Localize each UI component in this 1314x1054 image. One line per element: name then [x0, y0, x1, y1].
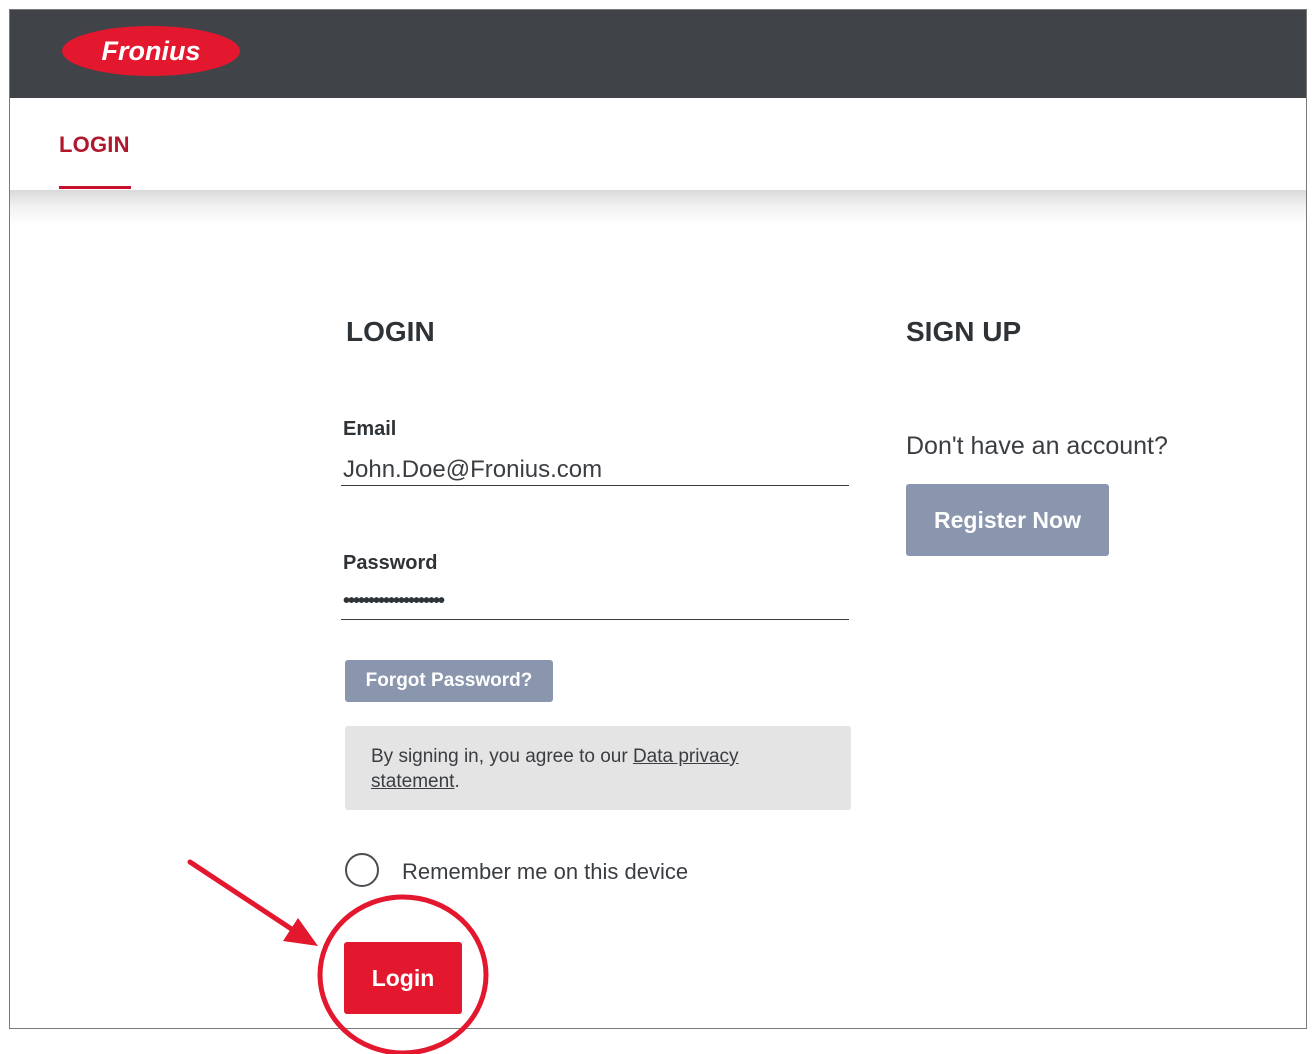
- tab-bar-shadow: [10, 190, 1306, 226]
- remember-me-radio[interactable]: [345, 853, 379, 887]
- logo-text: Fronius: [102, 36, 201, 66]
- password-field-underline: [341, 619, 849, 620]
- login-heading: LOGIN: [346, 316, 435, 347]
- signup-heading: SIGN UP: [906, 316, 1022, 347]
- email-label: Email: [343, 418, 397, 440]
- fronius-logo[interactable]: Fronius: [60, 24, 242, 78]
- privacy-notice-period: .: [454, 771, 460, 792]
- email-field-underline: [341, 485, 849, 486]
- privacy-notice: By signing in, you agree to our Data pri…: [345, 726, 851, 810]
- remember-me-label[interactable]: Remember me on this device: [402, 859, 688, 885]
- password-label: Password: [343, 552, 438, 574]
- login-button[interactable]: Login: [344, 942, 462, 1014]
- register-now-button[interactable]: Register Now: [906, 484, 1109, 556]
- tab-login[interactable]: LOGIN: [59, 132, 130, 158]
- password-field[interactable]: ••••••••••••••••••••: [343, 590, 445, 613]
- forgot-password-button[interactable]: Forgot Password?: [345, 660, 553, 702]
- tab-active-indicator: [59, 186, 131, 189]
- tab-bar: LOGIN: [10, 98, 1306, 190]
- top-bar: Fronius: [10, 10, 1306, 98]
- signup-prompt: Don't have an account?: [906, 432, 1168, 460]
- email-field[interactable]: John.Doe@Fronius.com: [343, 456, 602, 484]
- privacy-notice-text: By signing in, you agree to our: [371, 746, 633, 767]
- browser-page: Fronius LOGIN LOGIN Email John.Doe@Froni…: [9, 9, 1307, 1029]
